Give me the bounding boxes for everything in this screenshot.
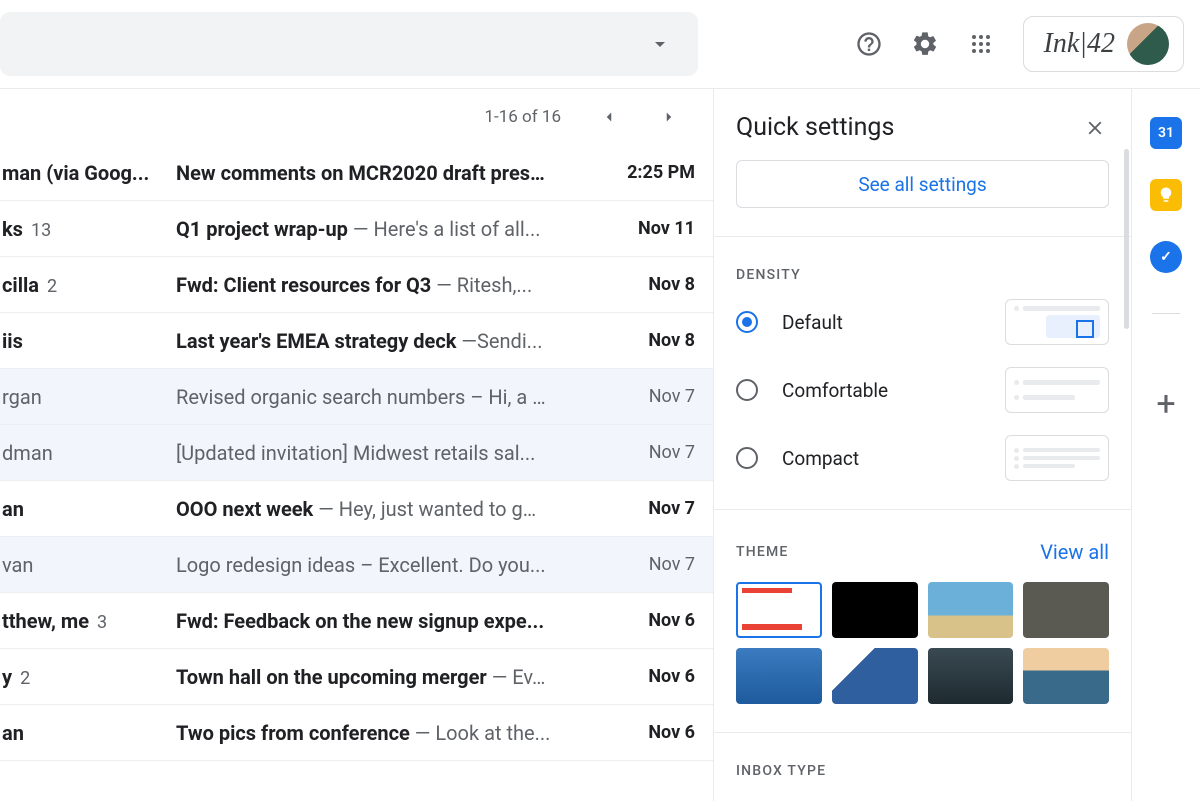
mail-subject: Logo redesign ideas – Excellent. Do you.… <box>176 553 585 577</box>
account-chip[interactable]: Ink|42 <box>1023 16 1184 72</box>
mail-sender: iis <box>0 329 162 353</box>
mail-row[interactable]: ks13 Q1 project wrap-up — Here's a list o… <box>0 201 713 257</box>
mail-row[interactable]: tthew, me3 Fwd: Feedback on the new signu… <box>0 593 713 649</box>
avatar[interactable] <box>1127 23 1169 65</box>
mail-subject: Fwd: Client resources for Q3 — Ritesh,..… <box>176 273 585 297</box>
theme-tile-6[interactable] <box>928 648 1014 704</box>
mail-subject: New comments on MCR2020 draft pres… <box>176 161 585 185</box>
mail-subject: Two pics from conference — Look at the..… <box>176 721 585 745</box>
density-label: Compact <box>782 447 981 470</box>
mail-sender: an <box>0 497 162 521</box>
radio-icon <box>736 379 758 401</box>
mail-sender: tthew, me3 <box>0 609 162 633</box>
mail-date: Nov 7 <box>599 554 695 575</box>
mail-row[interactable]: rgan Revised organic search numbers – Hi,… <box>0 369 713 425</box>
theme-tile-1[interactable] <box>832 582 918 638</box>
mail-subject: OOO next week — Hey, just wanted to g… <box>176 497 585 521</box>
theme-tile-0[interactable] <box>736 582 822 638</box>
keep-app-icon[interactable] <box>1150 179 1182 211</box>
theme-tile-2[interactable] <box>928 582 1014 638</box>
theme-tile-5[interactable] <box>832 648 918 704</box>
brand-logo: Ink|42 <box>1044 28 1115 60</box>
mail-sender: y2 <box>0 665 162 689</box>
mail-sender: van <box>0 553 162 577</box>
density-label: Comfortable <box>782 379 981 402</box>
mail-date: Nov 7 <box>599 498 695 519</box>
search-options-caret-icon[interactable] <box>646 30 674 58</box>
density-label: Default <box>782 311 981 334</box>
mail-subject: Fwd: Feedback on the new signup expe... <box>176 609 585 633</box>
calendar-app-icon[interactable]: 31 <box>1150 117 1182 149</box>
mail-row[interactable]: cilla2 Fwd: Client resources for Q3 — Rit… <box>0 257 713 313</box>
mail-subject: [Updated invitation] Midwest retails sal… <box>176 441 585 465</box>
mail-row[interactable]: van Logo redesign ideas – Excellent. Do y… <box>0 537 713 593</box>
mail-sender: man (via Goog... <box>0 161 162 185</box>
mail-row[interactable]: an OOO next week — Hey, just wanted to g…… <box>0 481 713 537</box>
prev-page-icon[interactable] <box>595 103 623 131</box>
density-option-comfortable[interactable]: Comfortable <box>736 367 1109 413</box>
mail-list: man (via Goog... New comments on MCR2020 … <box>0 145 713 801</box>
theme-tile-4[interactable] <box>736 648 822 704</box>
mail-date: Nov 8 <box>599 274 695 295</box>
radio-icon <box>736 311 758 333</box>
inbox-type-section-label: INBOX TYPE <box>736 763 1109 779</box>
mail-sender: an <box>0 721 162 745</box>
mail-row[interactable]: dman [Updated invitation] Midwest retails… <box>0 425 713 481</box>
mail-date: Nov 7 <box>599 442 695 463</box>
gear-icon[interactable] <box>911 30 939 58</box>
mail-date: 2:25 PM <box>599 162 695 183</box>
mail-date: Nov 8 <box>599 330 695 351</box>
mail-sender: cilla2 <box>0 273 162 297</box>
density-option-default[interactable]: Default <box>736 299 1109 345</box>
mail-sender: ks13 <box>0 217 162 241</box>
next-page-icon[interactable] <box>655 103 683 131</box>
mail-sender: dman <box>0 441 162 465</box>
close-icon[interactable] <box>1081 114 1109 142</box>
pagination-text: 1-16 of 16 <box>484 107 561 127</box>
add-app-icon[interactable]: + <box>1156 384 1175 424</box>
radio-icon <box>736 447 758 469</box>
theme-tile-7[interactable] <box>1023 648 1109 704</box>
mail-row[interactable]: an Two pics from conference — Look at the… <box>0 705 713 761</box>
mail-sender: rgan <box>0 385 162 409</box>
settings-title: Quick settings <box>736 113 894 142</box>
inbox-column: 1-16 of 16 man (via Goog... New comments … <box>0 89 714 801</box>
mail-row[interactable]: man (via Goog... New comments on MCR2020 … <box>0 145 713 201</box>
mail-date: Nov 11 <box>599 218 695 239</box>
mail-subject: Revised organic search numbers – Hi, a … <box>176 385 585 409</box>
search-box[interactable] <box>0 12 698 76</box>
theme-view-all-link[interactable]: View all <box>1040 540 1109 564</box>
mail-date: Nov 6 <box>599 666 695 687</box>
mail-date: Nov 6 <box>599 722 695 743</box>
apps-grid-icon[interactable] <box>967 30 995 58</box>
help-icon[interactable] <box>855 30 883 58</box>
density-option-compact[interactable]: Compact <box>736 435 1109 481</box>
mail-subject: Q1 project wrap-up — Here's a list of al… <box>176 217 585 241</box>
mail-subject: Last year's EMEA strategy deck —Sendi... <box>176 329 585 353</box>
tasks-app-icon[interactable] <box>1150 241 1182 273</box>
mail-date: Nov 7 <box>599 386 695 407</box>
mail-subject: Town hall on the upcoming merger — Ev… <box>176 665 585 689</box>
see-all-settings-button[interactable]: See all settings <box>736 160 1109 208</box>
mail-date: Nov 6 <box>599 610 695 631</box>
quick-settings-panel: Quick settings See all settings DENSITY … <box>714 89 1132 801</box>
mail-row[interactable]: iis Last year's EMEA strategy deck —Sendi… <box>0 313 713 369</box>
scrollbar[interactable] <box>1124 149 1129 329</box>
side-rail: 31 + <box>1132 89 1200 801</box>
rail-divider <box>1152 313 1180 314</box>
theme-section-label: THEME <box>736 544 789 560</box>
theme-tile-3[interactable] <box>1023 582 1109 638</box>
density-section-label: DENSITY <box>736 267 1109 283</box>
mail-row[interactable]: y2 Town hall on the upcoming merger — Ev…… <box>0 649 713 705</box>
